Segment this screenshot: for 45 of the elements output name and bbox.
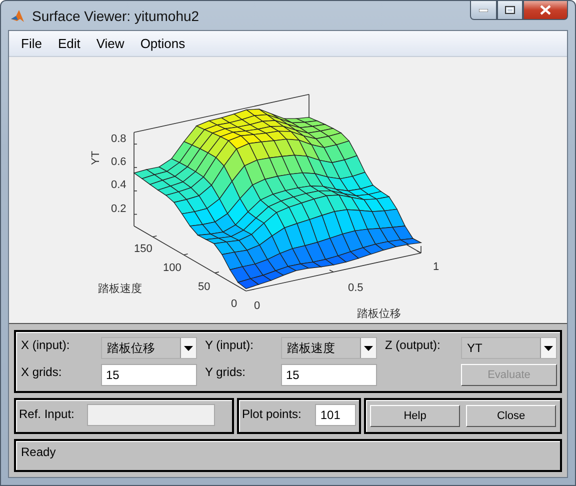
menu-item[interactable]: File	[13, 36, 50, 51]
dropdown[interactable]: YT	[461, 337, 557, 359]
field-label: X grids:	[21, 364, 63, 379]
tick-label: 0	[231, 299, 238, 310]
input-field[interactable]: 15	[101, 364, 197, 386]
minimize-icon	[479, 8, 488, 12]
input-field[interactable]: 101	[315, 404, 356, 426]
tick-label: 100	[163, 263, 182, 274]
maximize-button[interactable]	[497, 1, 523, 20]
field-label: Plot points:	[242, 406, 302, 421]
app-logo-icon	[10, 8, 26, 24]
tick-label: 0.4	[111, 180, 126, 191]
dropdown[interactable]: 踏板速度	[281, 337, 377, 359]
window-title: Surface Viewer: yitumohu2	[32, 8, 200, 24]
tick-label: 0.2	[111, 204, 126, 215]
axis-label: YT	[91, 150, 102, 165]
menu-item[interactable]: Edit	[50, 36, 88, 51]
tick-label: 1	[433, 262, 440, 273]
tick-label: 0	[254, 301, 260, 312]
menu-item[interactable]: View	[88, 36, 132, 51]
input-field[interactable]: 15	[281, 364, 377, 386]
close-icon	[540, 5, 551, 15]
field-label: Y grids:	[205, 364, 246, 379]
field-label: Z (output):	[385, 337, 442, 352]
dialog-button[interactable]: Help	[370, 405, 460, 427]
status-text: Ready	[21, 444, 56, 459]
close-button[interactable]	[523, 1, 568, 20]
axis-label: 踏板位移	[357, 309, 401, 320]
dropdown[interactable]: 踏板位移	[101, 337, 197, 359]
caret-icon	[364, 346, 373, 350]
tick-label: 0.8	[111, 134, 126, 145]
tick-label: 150	[134, 244, 152, 255]
caret-icon	[184, 346, 193, 350]
tick-label: 0.5	[348, 283, 364, 294]
dialog-button[interactable]: Close	[466, 405, 556, 427]
tick-label: 0.6	[111, 157, 126, 168]
field-label: Y (input):	[205, 337, 254, 352]
caret-icon	[544, 346, 553, 350]
field-label: X (input):	[21, 337, 71, 352]
menu-item[interactable]: Options	[132, 36, 194, 51]
maximize-icon	[505, 6, 515, 14]
minimize-button[interactable]	[470, 1, 497, 20]
field-label: Ref. Input:	[19, 406, 74, 421]
tick-label: 50	[198, 282, 210, 293]
axis-label: 踏板速度	[98, 284, 142, 295]
